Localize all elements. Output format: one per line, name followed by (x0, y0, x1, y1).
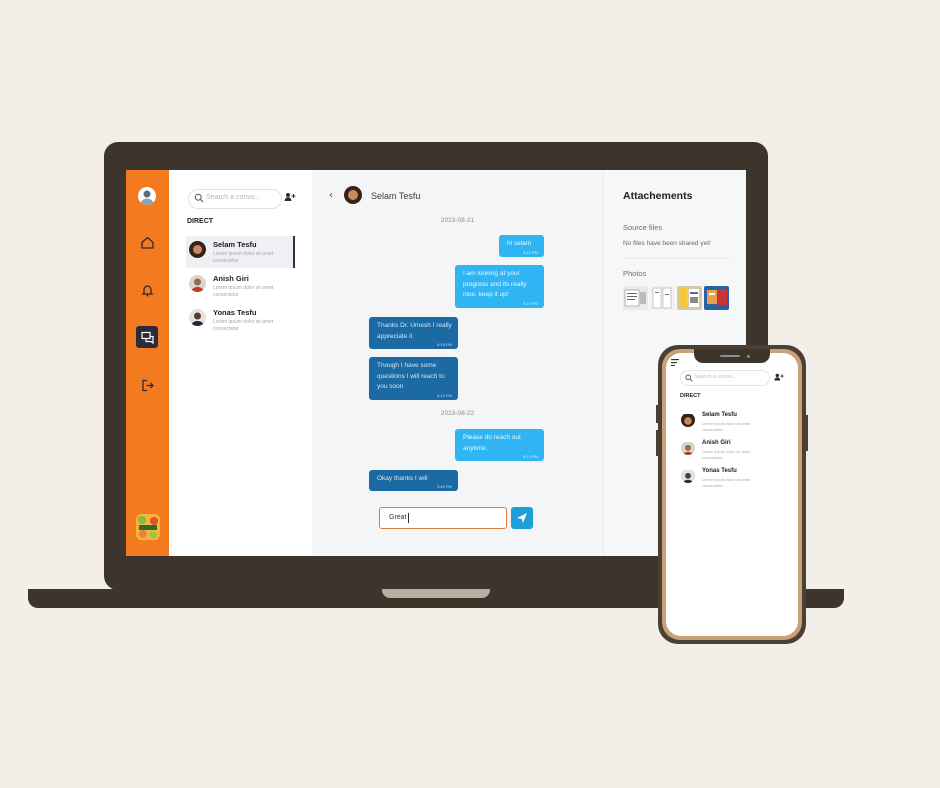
message-bubble-outgoing: Please do reach out anytime. 6:14 PM (455, 429, 544, 461)
nav-rail (126, 170, 169, 556)
message-bubble-incoming: Thanks Dr. Umesh I really appreciate it … (369, 317, 458, 349)
conversation-preview: Lorem ipsum dolor sit amet consectetur (213, 319, 274, 332)
contact-name: Selam Tesfu (371, 191, 421, 201)
send-icon (517, 513, 527, 523)
conversation-name: Selam Tesfu (702, 412, 737, 418)
message-input[interactable]: Great (379, 507, 507, 529)
photo-thumbnail[interactable] (623, 286, 648, 310)
conversation-preview: Lorem ipsum dolor sit amet consectetur (702, 449, 751, 460)
divider (623, 258, 731, 259)
message-text: Thanks Dr. Umesh I really appreciate it (377, 322, 452, 340)
phone-volume-button (656, 430, 658, 456)
logout-icon[interactable] (139, 377, 156, 394)
add-user-icon[interactable] (774, 373, 784, 381)
laptop-screen: Search a convo... DIRECT Selam Tesfu Lor… (126, 170, 746, 556)
message-time: 6:14 PM (523, 454, 538, 459)
conversation-item-anish[interactable]: Anish Giri Lorem ipsum dolor sit amet co… (186, 270, 293, 302)
home-icon[interactable] (139, 234, 156, 251)
phone-camera (747, 355, 750, 358)
message-text: I am looking at your progress and its re… (463, 270, 527, 298)
photo-thumbnail[interactable] (650, 286, 675, 310)
date-separator: 2023-08-22 (440, 410, 475, 417)
message-text: Please do reach out anytime. (463, 434, 521, 452)
avatar (189, 275, 206, 292)
avatar (681, 469, 695, 483)
search-input[interactable]: Search a convo... (680, 370, 770, 386)
search-input[interactable]: Search a convo... (188, 189, 282, 209)
message-time: 3:45 PM (437, 484, 452, 489)
search-placeholder: Search a convo... (206, 194, 261, 201)
conversation-name: Yonas Tesfu (213, 308, 257, 317)
bell-icon[interactable] (139, 282, 156, 299)
attachments-title: Attachements (623, 190, 693, 202)
conversation-preview: Lorem ipsum dolor sit amet consectetur (702, 477, 751, 488)
no-files-text: No files have been shared yet! (623, 240, 711, 247)
laptop-hinge (382, 589, 490, 598)
photos-label: Photos (623, 269, 647, 278)
phone-volume-button (656, 405, 658, 423)
search-icon (685, 374, 693, 382)
conversation-name: Selam Tesfu (213, 240, 257, 249)
message-time: 6:15 PM (523, 301, 538, 306)
conversation-item-yonas[interactable]: Yonas Tesfu Lorem ipsum dolor sit amet c… (680, 467, 790, 493)
user-avatar[interactable] (138, 187, 156, 205)
conversation-name: Anish Giri (213, 274, 249, 283)
conversation-item-selam[interactable]: Selam Tesfu Lorem ipsum dolor sit amet c… (680, 411, 790, 437)
back-icon[interactable]: ‹ (329, 190, 333, 201)
source-files-label: Source files (623, 223, 663, 232)
conversation-preview: Lorem ipsum dolor sit amet consectetur (213, 285, 274, 298)
chat-icon[interactable] (139, 329, 156, 346)
phone-speaker (720, 355, 740, 357)
message-text: Okay thanks I will (377, 475, 428, 482)
add-user-icon[interactable] (284, 192, 296, 202)
avatar (189, 241, 206, 258)
menu-icon[interactable] (671, 359, 680, 366)
contact-avatar (344, 186, 362, 204)
avatar (681, 441, 695, 455)
send-button[interactable] (511, 507, 533, 529)
conversation-name: Yonas Tesfu (702, 468, 737, 474)
photo-thumbnail[interactable] (677, 286, 702, 310)
message-time: 6:12 PM (523, 250, 538, 255)
phone-screen: Search a convo... DIRECT Selam Tesfu Lor… (666, 353, 798, 636)
conversation-preview: Lorem ipsum dolor sit amet consectetur (702, 421, 751, 432)
avatar (681, 413, 695, 427)
avatar (189, 309, 206, 326)
conversation-item-selam[interactable]: Selam Tesfu Lorem ipsum dolor sit amet c… (186, 236, 295, 268)
search-icon (194, 193, 204, 203)
conversation-item-yonas[interactable]: Yonas Tesfu Lorem ipsum dolor sit amet c… (186, 304, 293, 336)
brand-logo (136, 514, 160, 540)
text-caret (408, 513, 409, 523)
message-time: 6:18 PM (437, 342, 452, 347)
search-placeholder: Search a convo... (694, 374, 737, 380)
section-label-direct: DIRECT (187, 218, 214, 225)
message-input-value: Great (389, 514, 407, 521)
conversation-name: Anish Giri (702, 440, 731, 446)
conversation-item-anish[interactable]: Anish Giri Lorem ipsum dolor sit amet co… (680, 439, 790, 465)
conversation-list: Search a convo... DIRECT Selam Tesfu Lor… (169, 170, 312, 556)
phone-power-button (806, 415, 808, 451)
message-bubble-incoming: Okay thanks I will 3:45 PM (369, 470, 458, 491)
message-bubble-outgoing: hi selam 6:12 PM (499, 235, 544, 257)
message-bubble-outgoing: I am looking at your progress and its re… (455, 265, 544, 308)
message-text: Though I have some questions I will reac… (377, 362, 445, 390)
chat-panel: ‹ Selam Tesfu 2023-08-21 hi selam 6:12 P… (312, 170, 603, 556)
conversation-preview: Lorem ipsum dolor sit amet consectetur (213, 251, 274, 264)
message-bubble-incoming: Though I have some questions I will reac… (369, 357, 458, 400)
date-separator: 2023-08-21 (440, 217, 475, 224)
message-time: 6:12 PM (437, 393, 452, 398)
photo-thumbnail[interactable] (704, 286, 729, 310)
message-text: hi selam (507, 240, 532, 247)
section-label-direct: DIRECT (680, 393, 701, 399)
